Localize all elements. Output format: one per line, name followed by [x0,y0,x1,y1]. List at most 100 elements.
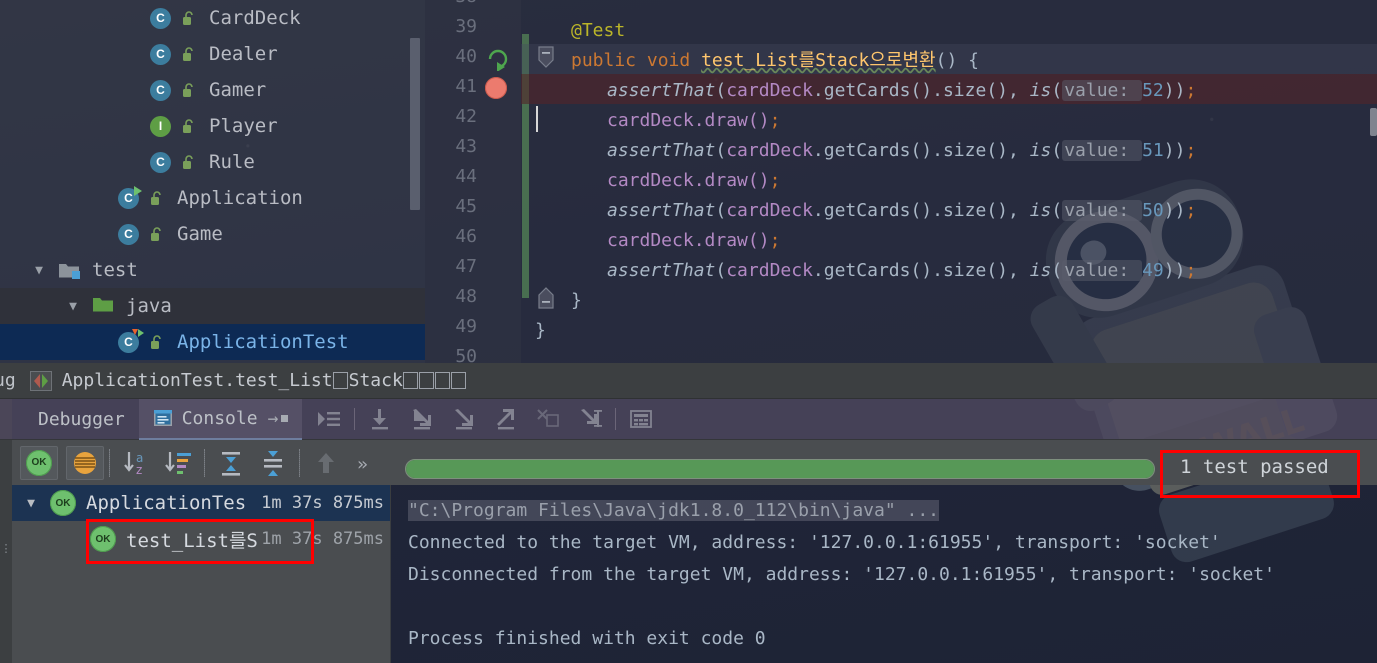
show-execution-point-icon[interactable] [308,399,350,440]
code-token: ( [1051,200,1063,221]
project-tree-item-dealer[interactable]: C Dealer [0,36,425,72]
project-tree-item-test[interactable]: ▼ test [0,252,425,288]
code-token: 50 [1142,200,1164,221]
test-results-tree[interactable]: ▼ OK ApplicationTes 1m 37s 875ms OK test_List… [12,485,390,663]
test-tree-row[interactable]: OK test_List를S 1m 37s 875ms [12,521,390,557]
code-token: ( [715,80,727,101]
project-tree-item-application[interactable]: C Application [0,180,425,216]
project-tree-item-java[interactable]: ▼ java [0,288,425,324]
code-token: ( [715,200,727,221]
debug-session-title[interactable]: ApplicationTest.test_List Stack [62,370,467,391]
code-token: assertThat [607,260,716,281]
editor-scrollbar[interactable] [1370,108,1377,136]
test-status-label: 1 test passed [1180,456,1329,478]
code-token: ( [715,140,727,161]
tab-console[interactable]: Console → [138,398,303,440]
module-scope-icon [179,46,197,62]
project-tree-item-player[interactable]: I Player [0,108,425,144]
project-tree-item-applicationtest[interactable]: C ApplicationTest [0,324,425,360]
tab-console-label: Console [181,407,258,429]
breakpoint-icon[interactable] [485,77,507,99]
sort-alphabetically-icon[interactable]: az [115,446,157,480]
test-progress-track [405,459,1155,479]
tab-console-pin-dot[interactable] [281,414,289,422]
unrenderable-glyph [435,372,451,389]
console-command-text: "C:\Program Files\Java\jdk1.8.0_112\bin\… [408,500,940,521]
project-tree-item-game[interactable]: C Game [0,216,425,252]
debug-tabs-strip[interactable]: Debugger Console → [0,398,1377,440]
debug-tool-window-header: ug ApplicationTest.test_List Stack [0,363,1377,399]
text-caret [536,106,538,132]
drop-frame-icon[interactable] [527,399,569,440]
code-token: ; [1185,200,1197,221]
collapse-all-icon[interactable] [252,446,294,480]
sort-by-duration-icon[interactable] [157,446,199,480]
tab-console-pin-arrow[interactable]: → [268,408,279,429]
debug-session-icon[interactable] [29,370,52,391]
unrenderable-glyph [451,372,467,389]
console-output[interactable]: "C:\Program Files\Java\jdk1.8.0_112\bin\… [390,485,1377,663]
project-tree-item-carddeck[interactable]: C CardDeck [0,0,425,36]
editor-code-line: assertThat(cardDeck.getCards().size(), i… [535,76,1377,106]
code-token: .getCards().size(), [812,200,1030,221]
debug-session-title-mid: Stack [348,370,403,391]
step-into-icon[interactable] [401,399,443,440]
code-token: ( [1051,80,1063,101]
project-tree-item-label: Gamer [209,79,267,101]
tree-expand-arrow[interactable]: ▼ [28,263,50,278]
project-tree-item-gamer[interactable]: C Gamer [0,72,425,108]
code-token: void [646,50,691,71]
code-token: () { [935,50,979,71]
expand-all-icon[interactable] [210,446,252,480]
code-token: value: [1062,260,1143,281]
editor-line-number: 39 [455,16,477,37]
test-tree-expand-arrow[interactable]: ▼ [18,496,44,511]
editor-code-line: cardDeck.draw(); [535,166,1377,196]
code-token: cardDeck [726,260,813,281]
hide-ignored-icon[interactable] [66,445,104,480]
ide-window: WALL CCardDeckCDealerCGamerIPlayerCRuleC… [0,0,1377,663]
class-icon: C [150,79,171,101]
code-token: assertThat [607,200,716,221]
tree-expand-arrow[interactable]: ▼ [62,299,84,314]
test-tree-row[interactable]: ▼ OK ApplicationTes 1m 37s 875ms [12,485,390,521]
next-failed-icon[interactable]: » [347,446,389,480]
project-tool-window[interactable]: C CardDeck C Dealer C Gamer I Player C Rule C Appli… [0,0,425,363]
prev-failed-icon[interactable] [305,446,347,480]
project-tree-item-label: test [92,259,138,281]
hide-passed-icon[interactable]: OK [20,445,58,480]
force-step-into-icon[interactable] [443,399,485,440]
code-token: is [1029,140,1052,161]
code-folding-collapse-icon[interactable] [537,46,555,68]
editor-code-line: assertThat(cardDeck.getCards().size(), i… [535,256,1377,286]
step-over-icon[interactable] [359,399,401,440]
evaluate-expression-icon[interactable] [620,399,662,440]
editor-code-line: @Test [535,16,1377,46]
debugger-step-toolbar[interactable] [308,399,662,440]
project-tree-item-label: Application [177,187,303,209]
code-folding-expand-icon[interactable] [537,287,555,309]
class-icon: C [118,223,139,245]
code-token: ; [769,170,781,191]
project-tree-item-rule[interactable]: C Rule [0,144,425,180]
run-to-cursor-icon[interactable] [569,399,611,440]
code-token: public [571,50,637,71]
panel-resize-handle[interactable]: ⋮ [0,543,12,559]
runnable-class-icon: C [118,185,142,209]
code-token: ; [769,230,781,251]
module-scope-icon [179,154,197,170]
code-token: cardDeck [607,230,694,251]
code-token: 51 [1142,140,1164,161]
project-tree-item-label: ApplicationTest [177,331,349,353]
module-scope-icon [179,82,197,98]
code-token: ; [1185,80,1197,101]
project-tree-scrollbar[interactable] [410,38,420,210]
code-token: value: [1062,140,1143,161]
editor-line-number: 47 [455,256,477,277]
step-out-icon[interactable] [485,399,527,440]
tab-debugger[interactable]: Debugger [24,399,139,440]
ok-status-glyph: OK [26,449,52,476]
code-editor[interactable]: 38 39 40 41 42 43 44 45 46 47 48 49 50 @Test public v… [425,0,1377,367]
run-test-gutter-icon[interactable] [485,45,511,71]
